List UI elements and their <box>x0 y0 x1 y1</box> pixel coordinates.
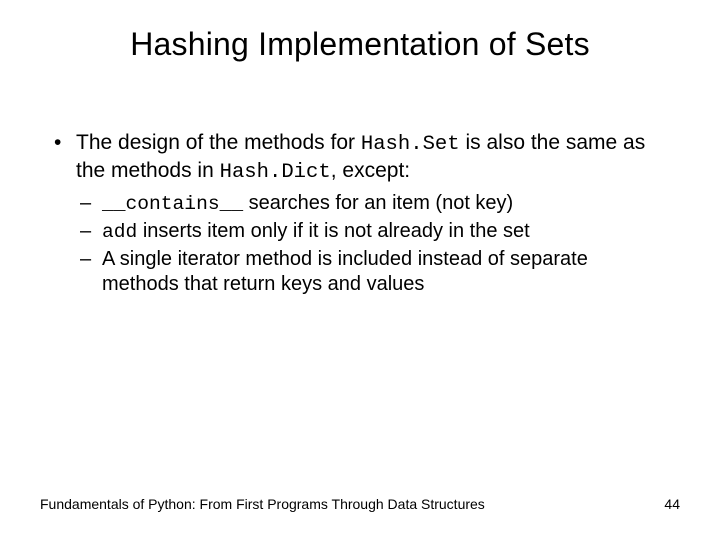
sub-bullet-contains-text: searches for an item (not key) <box>243 192 513 214</box>
code-hashdict: Hash.Dict <box>220 161 331 184</box>
bullet-main: The design of the methods for Hash.Set i… <box>54 130 666 187</box>
sub-bullet-contains: __contains__ searches for an item (not k… <box>80 191 666 217</box>
footer-source: Fundamentals of Python: From First Progr… <box>40 496 485 512</box>
bullet-main-text-3: , except: <box>331 159 410 182</box>
code-hashset: Hash.Set <box>361 133 460 156</box>
slide-body: The design of the methods for Hash.Set i… <box>54 130 666 298</box>
sub-bullet-iterator: A single iterator method is included ins… <box>80 247 666 298</box>
slide-title: Hashing Implementation of Sets <box>0 26 720 63</box>
sub-bullet-add: add inserts item only if it is not alrea… <box>80 219 666 245</box>
bullet-main-text-1: The design of the methods for <box>76 131 361 154</box>
slide: Hashing Implementation of Sets The desig… <box>0 0 720 540</box>
footer-page-number: 44 <box>664 496 680 512</box>
sub-bullet-add-text: inserts item only if it is not already i… <box>137 220 529 242</box>
code-add: add <box>102 221 137 243</box>
code-contains: __contains__ <box>102 193 243 215</box>
